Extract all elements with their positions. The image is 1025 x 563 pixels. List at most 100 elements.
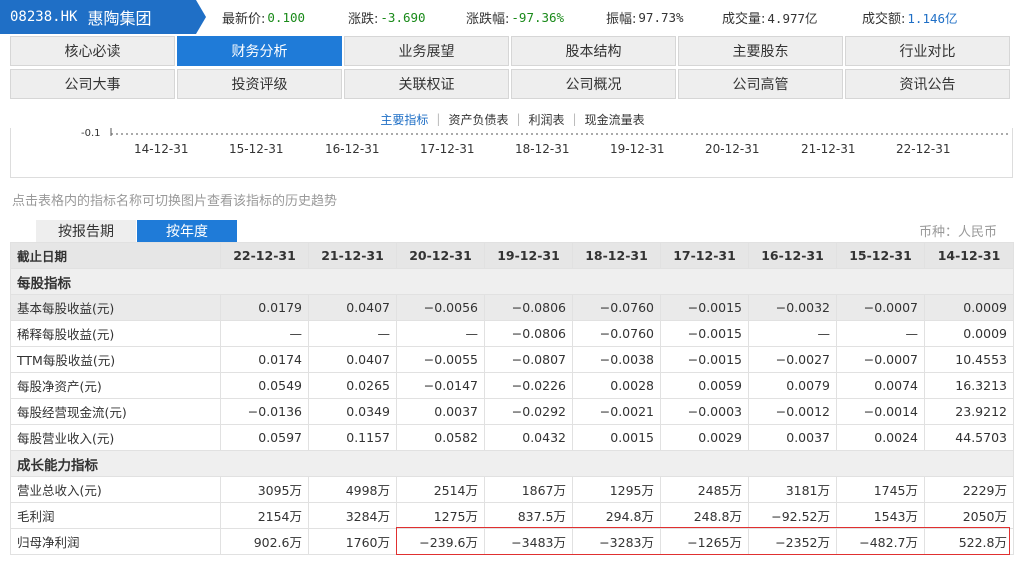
table-header-row: 截止日期 22-12-31 21-12-31 20-12-31 19-12-31… (10, 242, 1014, 269)
indicator-name[interactable]: 毛利润 (10, 502, 221, 529)
indicator-value: 294.8万 (572, 502, 661, 529)
indicator-value: 2050万 (924, 502, 1014, 529)
subtab-main-indicators[interactable]: 主要指标 (372, 111, 436, 128)
indicator-value: −0.0015 (660, 294, 749, 321)
chart-x-tick: 16-12-31 (325, 142, 380, 156)
nav-related-warrants[interactable]: 关联权证 (344, 69, 509, 99)
indicator-name[interactable]: TTM每股收益(元) (10, 346, 221, 373)
indicator-value: 0.0029 (660, 424, 749, 451)
indicator-value: 44.5703 (924, 424, 1014, 451)
indicator-value: −0.0027 (748, 346, 837, 373)
indicator-value: 1760万 (308, 528, 397, 555)
indicator-value: −0.0055 (396, 346, 485, 373)
indicator-value: 0.0015 (572, 424, 661, 451)
table-row: TTM每股收益(元) 0.0174 0.0407 −0.0055 −0.0807 −0.0… (10, 346, 1014, 373)
indicator-value: 4998万 (308, 476, 397, 503)
nav-news-announcements[interactable]: 资讯公告 (845, 69, 1010, 99)
nav-financial-analysis[interactable]: 财务分析 (177, 36, 342, 66)
tab-by-year[interactable]: 按年度 (137, 220, 237, 242)
table-row: 毛利润 2154万 3284万 1275万 837.5万 294.8万 248.8万 −92.… (10, 502, 1014, 529)
nav-industry-compare[interactable]: 行业对比 (845, 36, 1010, 66)
indicator-value: −0.0760 (572, 294, 661, 321)
subtab-balance-sheet[interactable]: 资产负债表 (440, 111, 516, 128)
stock-title-box: 08238.HK 惠陶集团 (0, 0, 206, 34)
chart-x-tick: 18-12-31 (515, 142, 570, 156)
table-row: 每股经营现金流(元) −0.0136 0.0349 0.0037 −0.0292 −0.0… (10, 398, 1014, 425)
quote-value: -3.690 (380, 9, 426, 25)
header-date: 15-12-31 (836, 242, 925, 269)
quote-change-pct: 涨跌幅: -97.36% (466, 0, 564, 34)
indicator-name[interactable]: 每股经营现金流(元) (10, 398, 221, 425)
quote-value: -97.36% (511, 9, 565, 25)
indicator-name[interactable]: 每股营业收入(元) (10, 424, 221, 451)
nav-core-reading[interactable]: 核心必读 (10, 36, 175, 66)
tab-by-report-period[interactable]: 按报告期 (36, 220, 136, 242)
indicator-hint: 点击表格内的指标名称可切换图片查看该指标的历史趋势 (12, 194, 338, 209)
header-date: 22-12-31 (220, 242, 309, 269)
indicator-value: 0.0407 (308, 346, 397, 373)
quote-value: 0.100 (267, 9, 306, 25)
indicator-value: −1265万 (660, 528, 749, 555)
indicator-value: 1295万 (572, 476, 661, 503)
header-date: 21-12-31 (308, 242, 397, 269)
indicator-name[interactable]: 每股净资产(元) (10, 372, 221, 399)
indicator-value: −0.0806 (484, 294, 573, 321)
indicator-name[interactable]: 营业总收入(元) (10, 476, 221, 503)
indicator-value: 0.0037 (396, 398, 485, 425)
indicator-value: −0.0007 (836, 346, 925, 373)
indicator-value: 0.0059 (660, 372, 749, 399)
nav-company-profile[interactable]: 公司概况 (511, 69, 676, 99)
indicator-value: −2352万 (748, 528, 837, 555)
indicator-name[interactable]: 稀释每股收益(元) (10, 320, 221, 347)
nav-investment-rating[interactable]: 投资评级 (177, 69, 342, 99)
indicator-value: — (396, 320, 485, 347)
indicator-value: 0.0024 (836, 424, 925, 451)
indicator-value: — (308, 320, 397, 347)
nav-executives[interactable]: 公司高管 (678, 69, 843, 99)
nav-company-events[interactable]: 公司大事 (10, 69, 175, 99)
indicator-value: −0.0007 (836, 294, 925, 321)
indicator-name[interactable]: 归母净利润 (10, 528, 221, 555)
table-row: 每股营业收入(元) 0.0597 0.1157 0.0582 0.0432 0.0015 0… (10, 424, 1014, 451)
indicator-value: 3095万 (220, 476, 309, 503)
subtab-income-statement[interactable]: 利润表 (521, 111, 573, 128)
nav-share-structure[interactable]: 股本结构 (511, 36, 676, 66)
stock-name: 惠陶集团 (87, 9, 152, 28)
indicator-value: 23.9212 (924, 398, 1014, 425)
table-row: 基本每股收益(元) 0.0179 0.0407 −0.0056 −0.0806 −0.07… (10, 294, 1014, 321)
indicator-value: 2229万 (924, 476, 1014, 503)
subtab-cash-flow[interactable]: 现金流量表 (577, 111, 653, 128)
indicator-value: 837.5万 (484, 502, 573, 529)
indicator-value: 0.0432 (484, 424, 573, 451)
nav-major-shareholders[interactable]: 主要股东 (678, 36, 843, 66)
indicator-name[interactable]: 基本每股收益(元) (10, 294, 221, 321)
indicator-value: 0.0174 (220, 346, 309, 373)
indicator-value: −0.0292 (484, 398, 573, 425)
indicator-value: −0.0015 (660, 346, 749, 373)
indicator-value: −3483万 (484, 528, 573, 555)
indicator-value: −0.0015 (660, 320, 749, 347)
indicator-value: 3284万 (308, 502, 397, 529)
indicator-value: −0.0021 (572, 398, 661, 425)
indicator-value: 0.0407 (308, 294, 397, 321)
indicator-value: −0.0136 (220, 398, 309, 425)
indicator-value: 0.1157 (308, 424, 397, 451)
nav-business-outlook[interactable]: 业务展望 (344, 36, 509, 66)
table-row: 归母净利润 902.6万 1760万 −239.6万 −3483万 −3283万 −1265… (10, 528, 1014, 555)
quote-label: 涨跌幅: (466, 11, 510, 27)
quote-value: 1.146亿 (907, 10, 958, 26)
indicator-value: — (220, 320, 309, 347)
indicator-value: 0.0349 (308, 398, 397, 425)
indicator-value: — (836, 320, 925, 347)
indicator-value: 0.0179 (220, 294, 309, 321)
indicator-value: 16.3213 (924, 372, 1014, 399)
quote-value: 97.73% (638, 9, 684, 25)
financial-indicators-table: 截止日期 22-12-31 21-12-31 20-12-31 19-12-31… (10, 242, 1014, 555)
chart-x-tick: 22-12-31 (896, 142, 951, 156)
quote-label: 涨跌: (348, 11, 379, 27)
indicator-value: 10.4553 (924, 346, 1014, 373)
chart-x-tick: 17-12-31 (420, 142, 475, 156)
indicator-value: −3283万 (572, 528, 661, 555)
indicator-value: −0.0056 (396, 294, 485, 321)
quote-value: 4.977亿 (767, 10, 818, 26)
